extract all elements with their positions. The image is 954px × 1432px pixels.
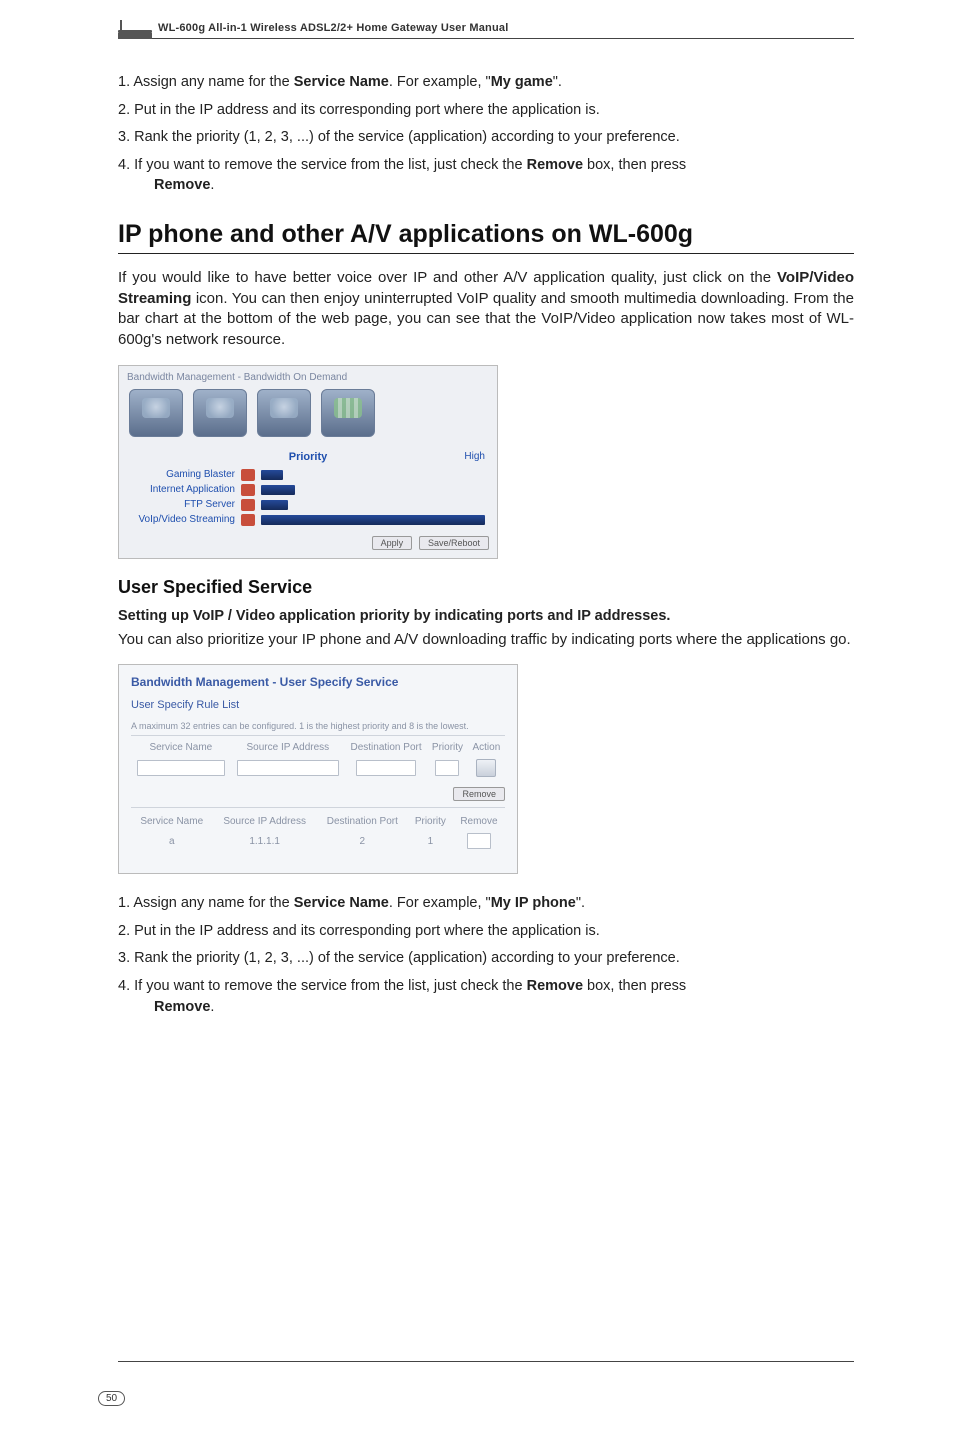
remove-checkbox[interactable] [467, 833, 491, 849]
bar-label: VoIp/Video Streaming [131, 514, 235, 525]
priority-input[interactable] [435, 760, 459, 776]
figure2-title1: Bandwidth Management - User Specify Serv… [131, 675, 505, 689]
figure2-table1: Service NameSource IP AddressDestination… [131, 740, 505, 779]
bar-icon [241, 484, 255, 496]
steps-top: 1. Assign any name for the Service Name.… [118, 73, 854, 196]
tile-ftp-icon [257, 389, 311, 437]
step-item: 2. Put in the IP address and its corresp… [118, 922, 854, 942]
bar-fill [261, 515, 485, 525]
column-header: Destination Port [345, 740, 427, 757]
figure1-caption: Bandwidth Management - Bandwidth On Dema… [127, 372, 489, 383]
subsection-paragraph: You can also prioritize your IP phone an… [118, 630, 854, 651]
figure2-table2: Service NameSource IP AddressDestination… [131, 814, 505, 851]
service-name-input[interactable] [137, 760, 225, 776]
column-header: Destination Port [317, 814, 408, 831]
bar-row: VoIp/Video Streaming [131, 514, 485, 526]
section-underline [118, 253, 854, 254]
footer-rule [118, 1361, 854, 1362]
bar-row: Gaming Blaster [131, 469, 485, 481]
bar-icon [241, 499, 255, 511]
step-item: 4. If you want to remove the service fro… [118, 156, 854, 196]
bar-track [261, 515, 485, 525]
bar-track [261, 500, 485, 510]
column-header: Priority [427, 740, 468, 757]
bar-track [261, 485, 485, 495]
column-header: Priority [408, 814, 453, 831]
figure2-hint: A maximum 32 entries can be configured. … [131, 721, 505, 736]
figure1-high-label: High [464, 451, 485, 462]
tile-voip-icon [321, 389, 375, 437]
step-item: 1. Assign any name for the Service Name.… [118, 73, 854, 93]
section-paragraph: If you would like to have better voice o… [118, 268, 854, 351]
column-header: Source IP Address [212, 814, 316, 831]
bar-label: Internet Application [131, 484, 235, 495]
steps-bottom: 1. Assign any name for the Service Name.… [118, 894, 854, 1017]
step-item: 4. If you want to remove the service fro… [118, 977, 854, 1017]
header-bar: WL-600g All-in-1 Wireless ADSL2/2+ Home … [118, 20, 854, 36]
table-row [131, 757, 505, 779]
source-ip-input[interactable] [237, 760, 339, 776]
column-header: Service Name [131, 814, 212, 831]
apply-button[interactable]: Apply [372, 536, 413, 550]
page-number: 50 [98, 1391, 125, 1406]
step-item: 3. Rank the priority (1, 2, 3, ...) of t… [118, 949, 854, 969]
page-number-wrap: 50 [98, 1388, 125, 1406]
figure-bandwidth-chart: Bandwidth Management - Bandwidth On Dema… [118, 365, 854, 559]
save-reboot-button[interactable]: Save/Reboot [419, 536, 489, 550]
bar-fill [261, 500, 288, 510]
column-header: Remove [453, 814, 505, 831]
manual-title: WL-600g All-in-1 Wireless ADSL2/2+ Home … [158, 22, 508, 36]
bar-label: FTP Server [131, 499, 235, 510]
step-item: 2. Put in the IP address and its corresp… [118, 101, 854, 121]
bar-row: FTP Server [131, 499, 485, 511]
dest-port-input[interactable] [356, 760, 416, 776]
figure2-divider [131, 807, 505, 808]
figure-user-specify: Bandwidth Management - User Specify Serv… [118, 664, 518, 874]
section-heading: IP phone and other A/V applications on W… [118, 220, 854, 249]
cell-dest-port: 2 [317, 831, 408, 851]
figure1-icon-row [129, 389, 487, 437]
bar-icon [241, 514, 255, 526]
header-rule [118, 38, 854, 39]
tile-internet-icon [193, 389, 247, 437]
cell-service-name: a [131, 831, 212, 851]
bar-track [261, 470, 485, 480]
remove-button[interactable]: Remove [453, 787, 505, 801]
step-item: 3. Rank the priority (1, 2, 3, ...) of t… [118, 128, 854, 148]
bar-label: Gaming Blaster [131, 469, 235, 480]
column-header: Service Name [131, 740, 231, 757]
bar-fill [261, 470, 283, 480]
router-icon [118, 20, 152, 38]
cell-source-ip: 1.1.1.1 [212, 831, 316, 851]
bar-row: Internet Application [131, 484, 485, 496]
figure2-title2: User Specify Rule List [131, 699, 505, 711]
column-header: Action [468, 740, 505, 757]
figure1-priority-label: Priority [131, 451, 485, 463]
cell-priority: 1 [408, 831, 453, 851]
add-row-button[interactable] [476, 759, 496, 777]
subsection-bold-line: Setting up VoIP / Video application prio… [118, 608, 854, 624]
tile-gaming-icon [129, 389, 183, 437]
bar-fill [261, 485, 295, 495]
subsection-heading: User Specified Service [118, 577, 854, 598]
bar-icon [241, 469, 255, 481]
column-header: Source IP Address [231, 740, 345, 757]
table-row: a 1.1.1.1 2 1 [131, 831, 505, 851]
step-item: 1. Assign any name for the Service Name.… [118, 894, 854, 914]
